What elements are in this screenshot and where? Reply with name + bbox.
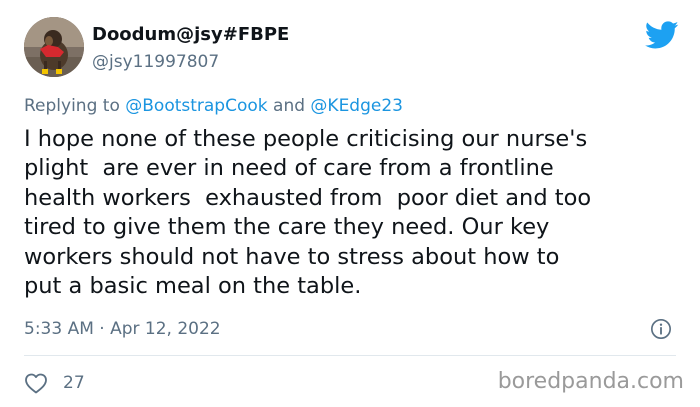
reply-connector: and bbox=[273, 96, 306, 116]
heart-icon bbox=[25, 373, 47, 394]
user-handle[interactable]: @jsy11997807 bbox=[92, 51, 219, 73]
tweet-text-line: health workers exhausted from poor diet … bbox=[24, 184, 592, 211]
dog-avatar-icon bbox=[24, 17, 84, 77]
display-name[interactable]: Doodum@jsy#FBPE bbox=[92, 24, 289, 46]
tweet-text-line: I hope none of these people criticising … bbox=[24, 126, 588, 152]
reply-prefix: Replying to bbox=[24, 96, 120, 116]
mention-link-1[interactable]: @BootstrapCook bbox=[125, 96, 267, 116]
twitter-bird-icon[interactable] bbox=[645, 18, 679, 52]
mention-link-2[interactable]: @KEdge23 bbox=[310, 96, 403, 116]
tweet-text-line: put a basic meal on the table. bbox=[24, 273, 362, 300]
tweet-text: I hope none of these people criticising … bbox=[24, 125, 684, 301]
user-avatar[interactable] bbox=[24, 17, 84, 77]
like-count: 27 bbox=[63, 373, 85, 393]
tweet-text-line: plight are ever in need of care from a f… bbox=[24, 155, 554, 182]
reply-context: Replying to @BootstrapCook and @KEdge23 bbox=[24, 95, 403, 117]
tweet-text-line: workers should not have to stress about … bbox=[24, 243, 560, 270]
like-button[interactable]: 27 bbox=[24, 370, 85, 396]
tweet-timestamp[interactable]: 5:33 AM · Apr 12, 2022 bbox=[24, 318, 221, 340]
info-icon[interactable] bbox=[650, 318, 672, 340]
tweet-text-line: tired to give them the care they need. O… bbox=[24, 214, 550, 241]
divider bbox=[24, 355, 676, 356]
watermark: boredpanda.com bbox=[497, 369, 684, 394]
